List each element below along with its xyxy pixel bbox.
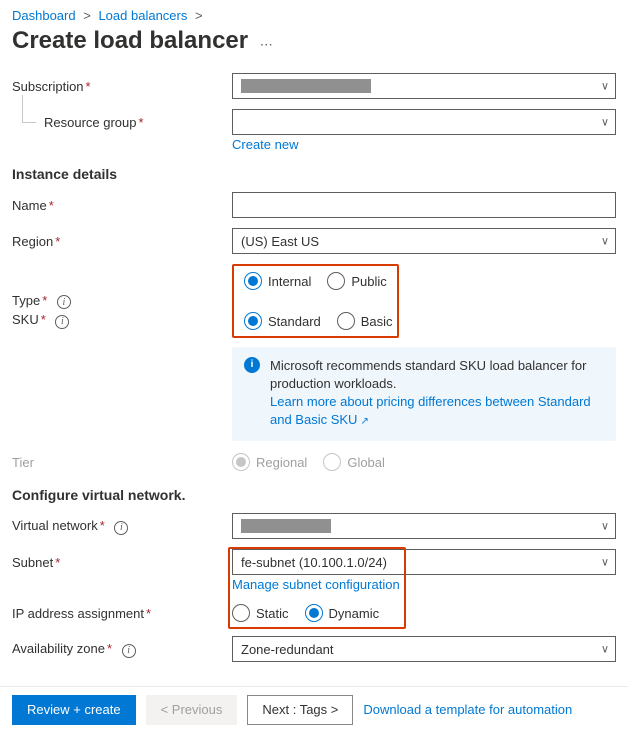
footer-bar: Review + create < Previous Next : Tags >… xyxy=(0,686,628,732)
page-title: Create load balancer xyxy=(12,27,248,55)
virtual-network-label: Virtual network* i xyxy=(12,518,232,535)
redacted-value xyxy=(241,519,331,533)
subscription-label: Subscription* xyxy=(12,79,232,94)
tier-global-radio: Global xyxy=(323,453,385,471)
chevron-down-icon: ∨ xyxy=(601,643,609,656)
chevron-down-icon: ∨ xyxy=(601,520,609,533)
ip-dynamic-radio[interactable]: Dynamic xyxy=(305,604,380,622)
info-icon[interactable]: i xyxy=(114,521,128,535)
region-select[interactable]: (US) East US ∨ xyxy=(232,228,616,254)
create-new-link[interactable]: Create new xyxy=(232,137,298,152)
breadcrumb-dashboard[interactable]: Dashboard xyxy=(12,8,76,23)
type-internal-radio[interactable]: Internal xyxy=(244,272,311,290)
chevron-right-icon: > xyxy=(83,8,91,23)
tier-label: Tier xyxy=(12,455,232,470)
download-template-link[interactable]: Download a template for automation xyxy=(363,702,572,717)
sku-label: SKU* i xyxy=(12,312,232,329)
breadcrumb-loadbalancers[interactable]: Load balancers xyxy=(98,8,187,23)
breadcrumb: Dashboard > Load balancers > xyxy=(12,8,616,23)
configure-vnet-heading: Configure virtual network. xyxy=(12,487,616,503)
redacted-value xyxy=(241,79,371,93)
manage-subnet-link[interactable]: Manage subnet configuration xyxy=(232,577,400,592)
virtual-network-select[interactable]: ∨ xyxy=(232,513,616,539)
instance-details-heading: Instance details xyxy=(12,166,616,182)
info-icon[interactable]: i xyxy=(55,315,69,329)
chevron-down-icon: ∨ xyxy=(601,116,609,129)
next-button[interactable]: Next : Tags > xyxy=(247,695,353,725)
resource-group-label: Resource group* xyxy=(12,115,232,130)
region-label: Region* xyxy=(12,234,232,249)
availability-zone-select[interactable]: Zone-redundant ∨ xyxy=(232,636,616,662)
type-label: Type* i xyxy=(12,293,232,310)
availability-zone-label: Availability zone* i xyxy=(12,641,232,658)
ip-static-radio[interactable]: Static xyxy=(232,604,289,622)
external-link-icon: ↗ xyxy=(360,416,368,427)
name-input[interactable] xyxy=(232,192,616,218)
sku-standard-radio[interactable]: Standard xyxy=(244,312,321,330)
sku-info-box: i Microsoft recommends standard SKU load… xyxy=(232,347,616,442)
sku-basic-radio[interactable]: Basic xyxy=(337,312,393,330)
ip-assignment-label: IP address assignment* xyxy=(12,606,232,621)
info-icon: i xyxy=(244,357,260,373)
name-label: Name* xyxy=(12,198,232,213)
previous-button: < Previous xyxy=(146,695,238,725)
info-icon[interactable]: i xyxy=(122,644,136,658)
chevron-down-icon: ∨ xyxy=(601,556,609,569)
chevron-down-icon: ∨ xyxy=(601,80,609,93)
type-public-radio[interactable]: Public xyxy=(327,272,386,290)
subscription-select[interactable]: ∨ xyxy=(232,73,616,99)
info-icon[interactable]: i xyxy=(57,295,71,309)
review-create-button[interactable]: Review + create xyxy=(12,695,136,725)
tier-regional-radio: Regional xyxy=(232,453,307,471)
subnet-select[interactable]: fe-subnet (10.100.1.0/24) ∨ xyxy=(232,549,616,575)
sku-info-text: Microsoft recommends standard SKU load b… xyxy=(270,358,586,391)
chevron-down-icon: ∨ xyxy=(601,235,609,248)
subnet-label: Subnet* xyxy=(12,555,232,570)
resource-group-select[interactable]: ∨ xyxy=(232,109,616,135)
more-commands-icon[interactable]: ⋯ xyxy=(260,37,273,53)
chevron-right-icon: > xyxy=(195,8,203,23)
sku-pricing-link[interactable]: Learn more about pricing differences bet… xyxy=(270,394,591,427)
